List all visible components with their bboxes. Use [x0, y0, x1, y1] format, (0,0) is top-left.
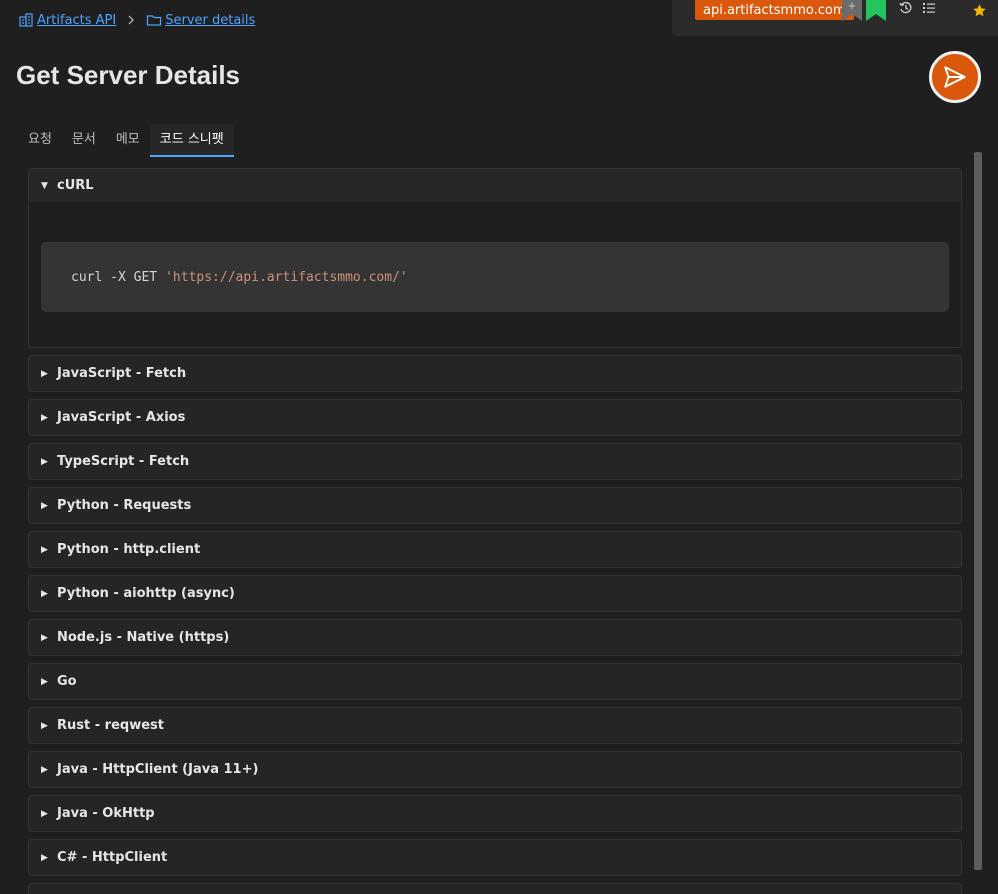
caret-down-icon: ▼: [41, 180, 48, 191]
snippet-header[interactable]: ▶ Java - HttpClient (Java 11+): [29, 752, 961, 787]
caret-right-icon: ▶: [41, 588, 48, 599]
snippet-label: Rust - reqwest: [57, 718, 164, 733]
snippet-label: Python - http.client: [57, 542, 201, 557]
tab-request[interactable]: 요청: [18, 124, 62, 157]
caret-right-icon: ▶: [41, 368, 48, 379]
snippet-header[interactable]: ▶ Rust - reqwest: [29, 708, 961, 743]
code-url-string: 'https://api.artifactsmmo.com/': [165, 269, 408, 285]
snippet-item: ▶ Node.js - Native (https): [28, 619, 962, 656]
base-url-badge[interactable]: api.artifactsmmo.com: [695, 0, 854, 20]
star-icon[interactable]: [971, 2, 987, 18]
snippet-label: C# - HttpClient: [57, 850, 168, 865]
snippet-body: curl -X GET 'https://api.artifactsmmo.co…: [29, 202, 961, 347]
breadcrumb-current-label: Server details: [165, 12, 256, 28]
snippet-label: Node.js - Native (https): [57, 630, 230, 645]
caret-right-icon: ▶: [41, 456, 48, 467]
bookmark-icon[interactable]: [866, 0, 886, 21]
snippet-item: ▶ TypeScript - Fetch: [28, 443, 962, 480]
snippet-item-partial[interactable]: [28, 883, 962, 894]
breadcrumb-current-link[interactable]: Server details: [146, 12, 255, 28]
tab-docs[interactable]: 문서: [62, 124, 106, 157]
snippet-label: TypeScript - Fetch: [57, 454, 190, 469]
chevron-right-icon: [126, 14, 136, 26]
snippet-item: ▶ Rust - reqwest: [28, 707, 962, 744]
top-toolbar: api.artifactsmmo.com +: [672, 0, 998, 36]
snippet-curl: ▼ cURL curl -X GET 'https://api.artifact…: [28, 168, 962, 348]
tab-code-snippets[interactable]: 코드 스니펫: [149, 124, 234, 157]
tab-bar: 요청 문서 메모 코드 스니펫: [18, 124, 234, 157]
page: Artifacts API Server details api.artifac…: [0, 0, 998, 894]
caret-right-icon: ▶: [41, 412, 48, 423]
snippet-header[interactable]: ▶ C# - HttpClient: [29, 840, 961, 875]
snippet-header[interactable]: ▼ cURL: [29, 169, 961, 202]
snippet-label: JavaScript - Fetch: [57, 366, 187, 381]
caret-right-icon: ▶: [41, 720, 48, 731]
send-request-button[interactable]: [929, 51, 981, 103]
caret-right-icon: ▶: [41, 500, 48, 511]
snippet-item: ▶ Python - aiohttp (async): [28, 575, 962, 612]
caret-right-icon: ▶: [41, 544, 48, 555]
snippet-header[interactable]: ▶ Java - OkHttp: [29, 796, 961, 831]
snippet-header[interactable]: ▶ Python - aiohttp (async): [29, 576, 961, 611]
snippet-label: Java - OkHttp: [57, 806, 155, 821]
breadcrumb-root-label: Artifacts API: [37, 12, 117, 28]
svg-text:+: +: [848, 1, 856, 12]
snippet-header[interactable]: ▶ Go: [29, 664, 961, 699]
snippet-label: Java - HttpClient (Java 11+): [57, 762, 259, 777]
snippet-item: ▶ Python - Requests: [28, 487, 962, 524]
caret-right-icon: ▶: [41, 808, 48, 819]
snippet-header[interactable]: ▶ Python - Requests: [29, 488, 961, 523]
tab-notes[interactable]: 메모: [106, 124, 150, 157]
breadcrumb: Artifacts API Server details: [18, 12, 255, 28]
snippet-item: ▶ C# - HttpClient: [28, 839, 962, 876]
snippet-label: Python - aiohttp (async): [57, 586, 235, 601]
snippet-item: ▶ JavaScript - Axios: [28, 399, 962, 436]
snippet-header[interactable]: ▶ JavaScript - Axios: [29, 400, 961, 435]
snippet-item: ▶ Python - http.client: [28, 531, 962, 568]
page-title: Get Server Details: [16, 60, 241, 90]
caret-right-icon: ▶: [41, 676, 48, 687]
snippet-label: JavaScript - Axios: [57, 410, 186, 425]
folder-icon: [146, 12, 162, 28]
snippet-item: ▶ JavaScript - Fetch: [28, 355, 962, 392]
snippet-item: ▶ Go: [28, 663, 962, 700]
snippet-label: Go: [57, 674, 77, 689]
code-command: curl -X GET: [71, 269, 158, 285]
snippet-header[interactable]: ▶ Node.js - Native (https): [29, 620, 961, 655]
caret-right-icon: ▶: [41, 764, 48, 775]
caret-right-icon: ▶: [41, 632, 48, 643]
breadcrumb-root-link[interactable]: Artifacts API: [18, 12, 116, 28]
send-icon: [942, 64, 968, 90]
snippet-item: ▶ Java - HttpClient (Java 11+): [28, 751, 962, 788]
building-icon: [18, 12, 34, 28]
add-bookmark-icon[interactable]: +: [842, 0, 862, 21]
snippet-list: ▼ cURL curl -X GET 'https://api.artifact…: [28, 168, 962, 894]
snippet-header[interactable]: ▶ Python - http.client: [29, 532, 961, 567]
snippet-header[interactable]: ▶ TypeScript - Fetch: [29, 444, 961, 479]
list-icon[interactable]: [921, 0, 937, 16]
history-icon[interactable]: [898, 0, 914, 16]
snippet-item: ▶ Java - OkHttp: [28, 795, 962, 832]
code-block[interactable]: curl -X GET 'https://api.artifactsmmo.co…: [41, 242, 949, 312]
caret-right-icon: ▶: [41, 852, 48, 863]
snippet-label: Python - Requests: [57, 498, 192, 513]
snippet-label: cURL: [57, 178, 94, 193]
snippet-header[interactable]: ▶ JavaScript - Fetch: [29, 356, 961, 391]
scrollbar-thumb[interactable]: [974, 152, 982, 870]
